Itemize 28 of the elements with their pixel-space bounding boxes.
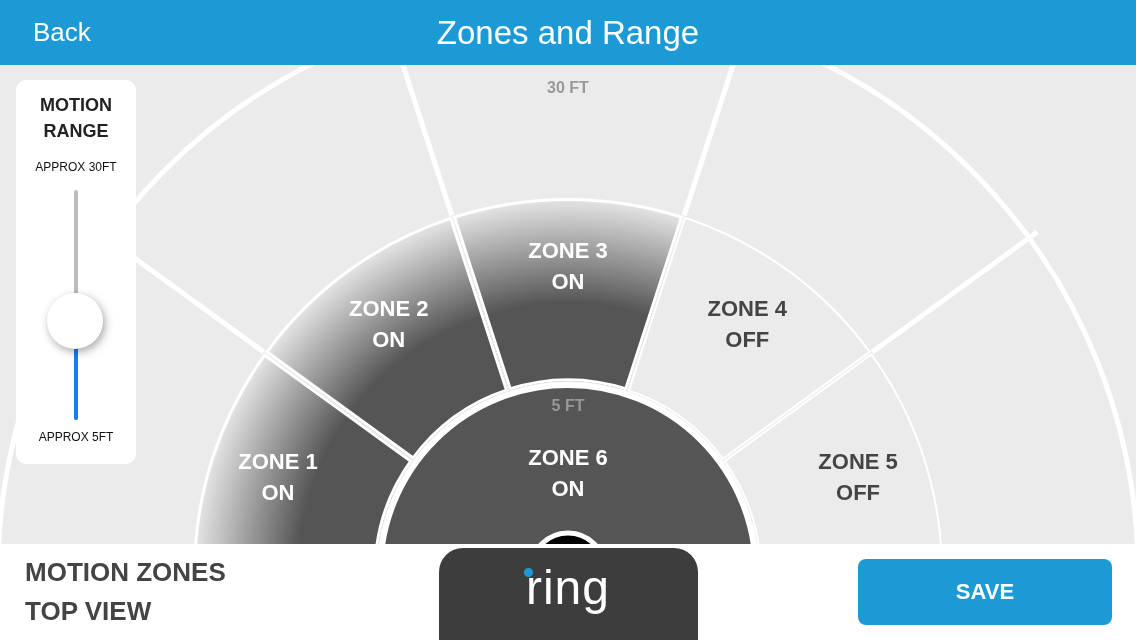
zone-label: ZONE 1 bbox=[238, 448, 318, 474]
brand-logo: ring bbox=[525, 562, 610, 616]
slider-thumb[interactable] bbox=[47, 293, 103, 350]
zone-label: ZONE 4 bbox=[707, 296, 787, 322]
min-range-label: APPROX 5FT bbox=[38, 430, 114, 444]
zone-label: ZONE 6 bbox=[528, 445, 608, 470]
zone-label: ZONE 3 bbox=[528, 238, 608, 263]
back-link[interactable]: Back bbox=[0, 17, 91, 48]
zone-status: ON bbox=[551, 476, 585, 501]
zone-sector[interactable] bbox=[723, 353, 943, 544]
zone-status: OFF bbox=[836, 479, 881, 505]
zone-status: OFF bbox=[725, 327, 770, 353]
caption-line: TOP VIEW bbox=[25, 596, 153, 627]
caption-line: MOTION ZONES bbox=[25, 557, 227, 588]
range-label: 5 FT bbox=[551, 397, 585, 414]
range-label: 30 FT bbox=[547, 79, 589, 96]
zone-status: ON bbox=[372, 327, 406, 353]
zone-sector[interactable] bbox=[377, 382, 759, 544]
screen-title: Zones and Range bbox=[436, 13, 700, 52]
zone-label: ZONE 2 bbox=[349, 296, 429, 322]
zone-status: ON bbox=[551, 269, 585, 294]
max-range-label: APPROX 30FT bbox=[35, 160, 117, 174]
save-button[interactable]: SAVE bbox=[858, 559, 1112, 625]
zone-sector[interactable] bbox=[452, 198, 684, 391]
zone-label: ZONE 5 bbox=[818, 448, 898, 474]
card-title: MOTION RANGE bbox=[39, 94, 113, 143]
zone-status: ON bbox=[261, 479, 295, 505]
zone-sector[interactable] bbox=[193, 353, 413, 544]
